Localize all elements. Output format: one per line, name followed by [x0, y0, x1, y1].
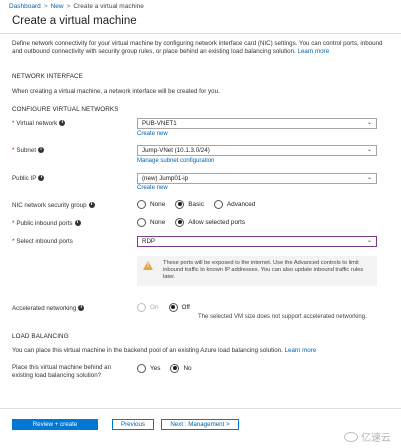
virtual-network-select[interactable]: PUB-VNET1 ⌄ [137, 118, 377, 129]
accelerated-option-on[interactable]: On [137, 302, 159, 312]
required-marker: * [12, 220, 15, 227]
network-interface-note: When creating a virtual machine, a netwo… [12, 88, 220, 95]
create-new-ip-link[interactable]: Create new [137, 185, 168, 191]
radio-icon [213, 199, 223, 209]
accelerated-radio-group: On Off [137, 301, 200, 313]
info-icon[interactable]: i [38, 147, 45, 154]
breadcrumb: Dashboard > New > Create a virtual machine [9, 3, 144, 10]
title-bar: Create a virtual machine [0, 12, 401, 34]
load-balancing-note-row: You can place this virtual machine in th… [12, 347, 316, 354]
accelerated-label: Accelerated networking i [12, 305, 85, 312]
virtual-network-label: * Virtual network i [12, 120, 66, 127]
public-ip-select[interactable]: (new) Jump01-ip ⌄ [137, 173, 377, 184]
breadcrumb-current: Create a virtual machine [73, 3, 144, 10]
accelerated-option-off[interactable]: Off [168, 302, 190, 312]
accelerated-note: The selected VM size does not support ac… [198, 314, 367, 320]
previous-button[interactable]: Previous [112, 419, 154, 430]
info-icon[interactable]: i [78, 305, 85, 312]
watermark: 亿速云 [344, 429, 391, 444]
lb-option-no[interactable]: No [170, 363, 192, 373]
load-balancer-question: Place this virtual machine behind an exi… [12, 364, 112, 379]
info-icon[interactable]: i [38, 175, 45, 182]
breadcrumb-separator: > [66, 3, 71, 10]
load-balancing-learn-more-link[interactable]: Learn more [285, 347, 317, 354]
learn-more-link[interactable]: Learn more [298, 48, 330, 55]
info-icon[interactable]: i [59, 120, 66, 127]
inbound-option-allow[interactable]: Allow selected ports [175, 217, 245, 227]
page-description: Define network connectivity for your vir… [12, 40, 384, 56]
warning-icon: ! [143, 261, 153, 270]
subnet-label: * Subnet i [12, 147, 45, 154]
breadcrumb-separator: > [43, 3, 48, 10]
inbound-option-none[interactable]: None [137, 217, 165, 227]
radio-icon [137, 363, 146, 373]
watermark-logo-icon [344, 431, 358, 442]
nsg-option-basic[interactable]: Basic [175, 199, 204, 209]
load-balancer-radio-group: Yes No [137, 362, 202, 374]
configure-vnets-heading: CONFIGURE VIRTUAL NETWORKS [12, 106, 119, 113]
radio-icon [137, 199, 146, 209]
load-balancing-heading: LOAD BALANCING [12, 333, 69, 340]
chevron-down-icon: ⌄ [366, 175, 372, 181]
page-title: Create a virtual machine [12, 15, 137, 27]
nsg-option-none[interactable]: None [137, 199, 165, 209]
subnet-select[interactable]: Jump-VNet (10.1.3.0/24) ⌄ [137, 145, 377, 156]
radio-checked-icon [175, 199, 185, 209]
select-ports-select[interactable]: RDP ⌄ [137, 236, 377, 247]
nsg-option-advanced[interactable]: Advanced [213, 199, 255, 209]
nsg-radio-group: None Basic Advanced [137, 198, 265, 210]
inbound-ports-radio-group: None Allow selected ports [137, 216, 255, 228]
network-interface-heading: NETWORK INTERFACE [12, 73, 83, 80]
breadcrumb-new[interactable]: New [51, 3, 64, 10]
chevron-down-icon: ⌄ [366, 120, 372, 126]
watermark-text: 亿速云 [361, 433, 391, 444]
info-icon[interactable]: i [74, 220, 81, 227]
radio-icon [137, 302, 146, 312]
nsg-label: NIC network security group i [12, 202, 95, 209]
manage-subnet-link[interactable]: Manage subnet configuration [137, 158, 214, 164]
exposure-warning: ! These ports will be exposed to the int… [137, 256, 377, 286]
info-icon[interactable]: i [88, 202, 95, 209]
breadcrumb-dashboard[interactable]: Dashboard [9, 3, 41, 10]
public-ip-label: Public IP i [12, 175, 45, 182]
review-create-button[interactable]: Review + create [12, 419, 98, 430]
select-ports-label: * Select inbound ports [12, 238, 73, 245]
footer-bar: Review + create Previous Next : Manageme… [0, 408, 401, 448]
warning-text: These ports will be exposed to the inter… [163, 260, 364, 280]
required-marker: * [12, 147, 15, 154]
radio-checked-icon [175, 217, 185, 227]
load-balancing-note: You can place this virtual machine in th… [12, 347, 283, 354]
radio-checked-icon [168, 302, 178, 312]
radio-icon [137, 217, 146, 227]
radio-checked-icon [170, 363, 180, 373]
create-new-vnet-link[interactable]: Create new [137, 131, 168, 137]
lb-option-yes[interactable]: Yes [137, 363, 160, 373]
chevron-down-icon: ⌄ [366, 147, 372, 153]
inbound-ports-label: * Public inbound ports i [12, 220, 81, 227]
next-management-button[interactable]: Next : Management > [161, 419, 239, 430]
chevron-down-icon: ⌄ [366, 238, 372, 244]
required-marker: * [12, 238, 15, 245]
required-marker: * [12, 120, 15, 127]
